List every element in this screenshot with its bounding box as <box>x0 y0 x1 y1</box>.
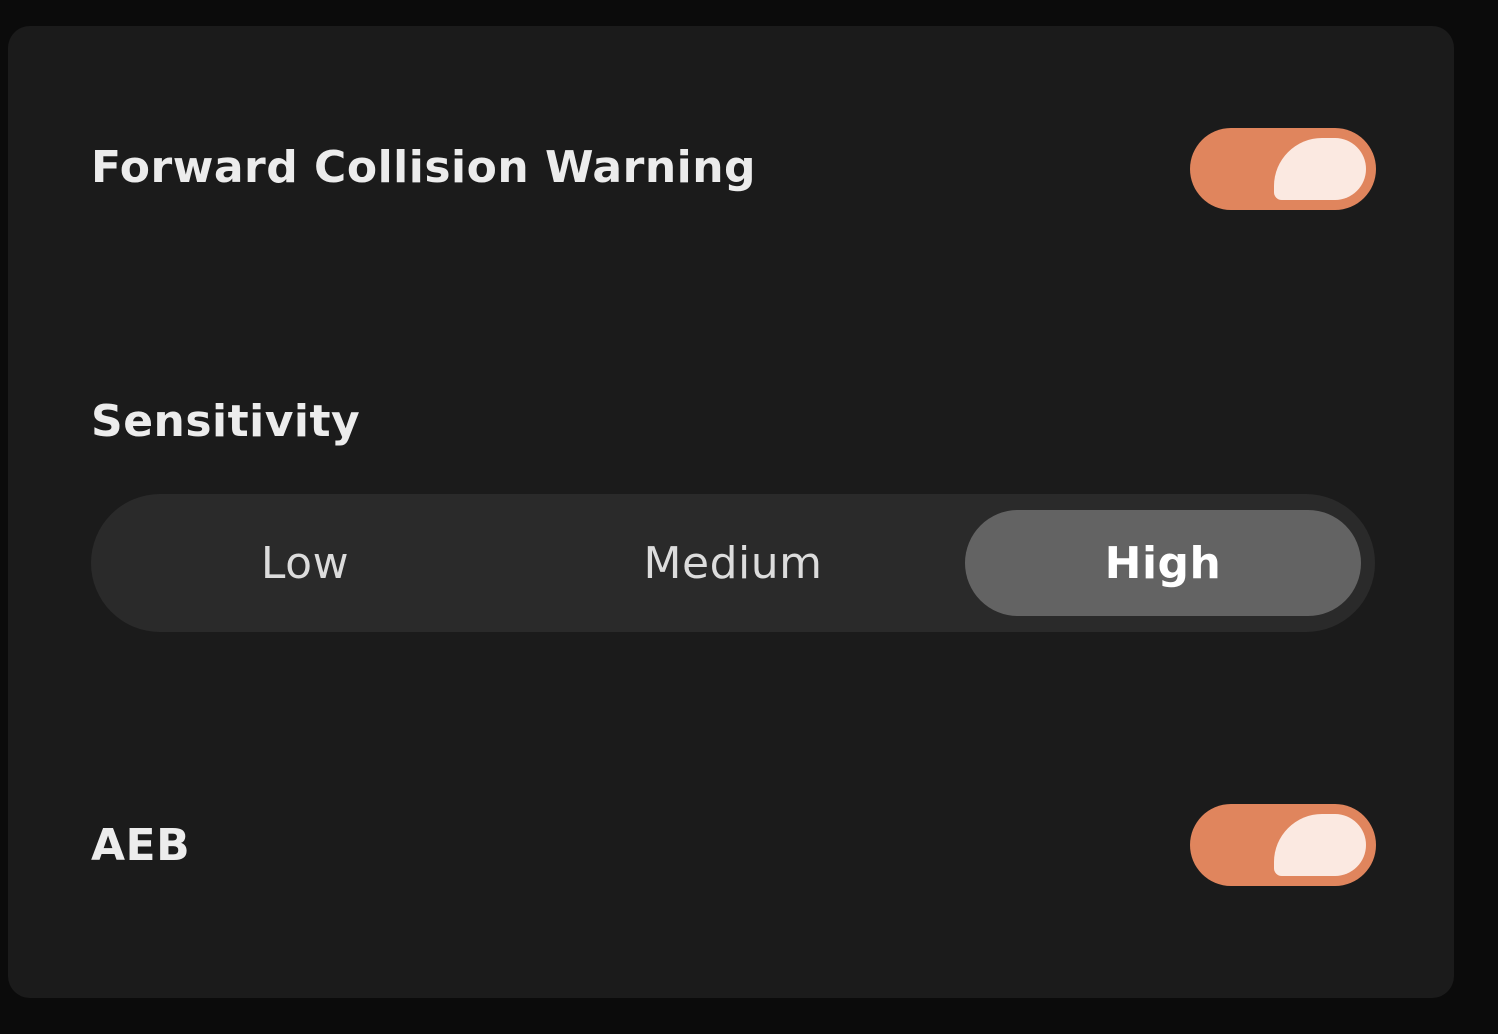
settings-panel: Forward Collision Warning Sensitivity Lo… <box>8 26 1454 998</box>
aeb-toggle[interactable] <box>1190 804 1376 886</box>
toggle-knob <box>1274 138 1366 200</box>
sensitivity-option-medium[interactable]: Medium <box>535 510 931 616</box>
sensitivity-segmented-control: Low Medium High <box>91 494 1375 632</box>
toggle-knob <box>1274 814 1366 876</box>
forward-collision-warning-toggle[interactable] <box>1190 128 1376 210</box>
aeb-label: AEB <box>91 820 191 871</box>
sensitivity-option-low[interactable]: Low <box>107 510 503 616</box>
sensitivity-label: Sensitivity <box>91 396 361 447</box>
sensitivity-option-high[interactable]: High <box>965 510 1361 616</box>
forward-collision-warning-label: Forward Collision Warning <box>91 142 757 193</box>
